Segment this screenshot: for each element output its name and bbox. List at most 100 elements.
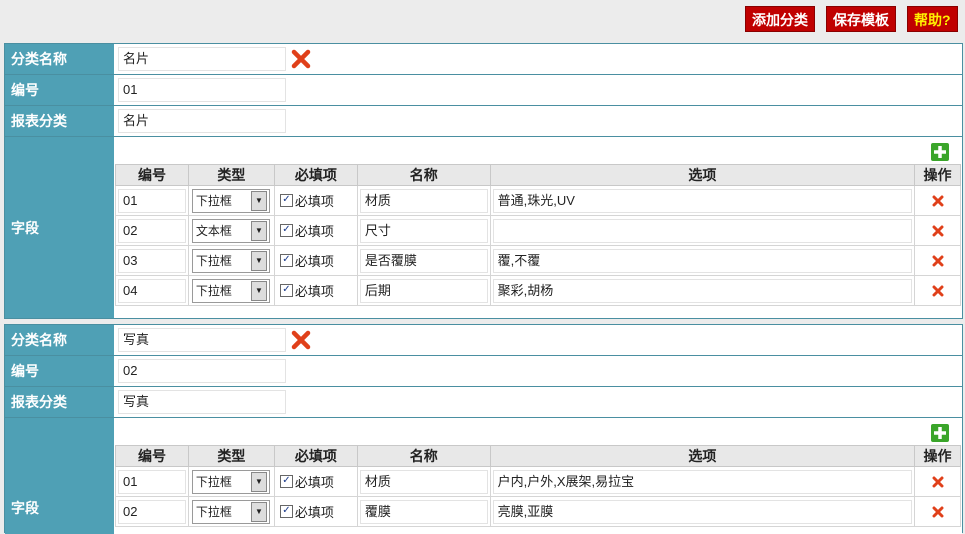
add-field-icon[interactable] [930,142,950,162]
delete-field-button[interactable] [917,285,958,297]
dropdown-arrow-icon: ▼ [250,501,267,522]
category-name-row: 分类名称 名片 [5,44,962,75]
col-header-type: 类型 [187,445,275,467]
table-row: 01 下拉框 ▼ ✓ 必填项 材质 普通,珠光,UV [115,185,961,216]
add-category-button[interactable]: 添加分类 [745,6,815,32]
table-row: 02 文本框 ▼ ✓ 必填项 尺寸 [115,215,961,246]
field-type-select[interactable]: 文本框 ▼ [191,218,270,243]
col-header-required: 必填项 [273,164,358,186]
fields-area: 编号 类型 必填项 名称 选项 操作 01 下拉框 ▼ ✓ 必填项 材质 户内,户外… [114,418,962,534]
col-header-type: 类型 [187,164,275,186]
field-name-input[interactable]: 是否覆膜 [359,248,488,273]
col-header-number: 编号 [115,164,189,186]
report-category-row: 报表分类 写真 [5,387,962,418]
dropdown-arrow-icon: ▼ [250,220,267,241]
field-type-value: 下拉框 [195,254,232,268]
col-header-actions: 操作 [914,445,961,467]
required-checkbox[interactable]: ✓ [279,284,293,297]
required-checkbox[interactable]: ✓ [279,254,293,267]
report-category-row: 报表分类 名片 [5,106,962,137]
delete-icon [932,285,943,296]
col-header-options: 选项 [489,445,916,467]
field-name-input[interactable]: 材质 [359,188,488,213]
field-options-input[interactable]: 覆,不覆 [492,248,913,273]
category-number-row: 编号 01 [5,75,962,106]
delete-field-button[interactable] [917,195,958,207]
field-type-select[interactable]: 下拉框 ▼ [191,188,270,213]
category-number-input[interactable]: 02 [118,359,286,383]
category-number-input[interactable]: 01 [118,78,286,102]
col-header-options: 选项 [489,164,916,186]
fields-row: 字段 编号 类型 必填项 名称 选项 操作 01 下拉框▼ ✓必填项 材质 [5,418,962,534]
category-name-row: 分类名称 写真 [5,325,962,356]
field-type-select[interactable]: 下拉框 ▼ [191,499,270,524]
delete-icon [932,476,943,487]
field-type-select[interactable]: 下拉框 ▼ [191,469,270,494]
delete-field-button[interactable] [917,476,958,488]
category-number-row: 编号 02 [5,356,962,387]
dropdown-arrow-icon: ▼ [250,190,267,211]
field-options-input[interactable] [492,218,913,243]
field-number-input[interactable]: 02 [118,218,186,243]
help-button[interactable]: 帮助? [907,6,958,32]
delete-icon [932,255,943,266]
delete-field-button[interactable] [917,225,958,237]
category-name-input[interactable]: 名片 [118,47,286,71]
field-name-input[interactable]: 尺寸 [359,218,488,243]
field-options-input[interactable]: 聚彩,胡杨 [492,278,913,303]
col-header-name: 名称 [356,445,491,467]
save-template-button[interactable]: 保存模板 [826,6,896,32]
category-name-input[interactable]: 写真 [118,328,286,352]
category-number-label: 编号 [5,75,114,105]
required-checkbox[interactable]: ✓ [279,224,293,237]
dropdown-arrow-icon: ▼ [250,250,267,271]
field-number-input[interactable]: 01 [118,469,186,494]
field-number-input[interactable]: 03 [118,248,186,273]
delete-icon [932,195,943,206]
table-row: 01 下拉框 ▼ ✓ 必填项 材质 户内,户外,X展架,易拉宝 [115,466,961,497]
delete-field-button[interactable] [917,255,958,267]
field-name-input[interactable]: 覆膜 [359,499,488,524]
field-options-input[interactable]: 户内,户外,X展架,易拉宝 [492,469,913,494]
required-label: 必填项 [294,254,334,269]
dropdown-arrow-icon: ▼ [250,471,267,492]
fields-label: 字段 [5,137,114,318]
delete-field-button[interactable] [917,506,958,518]
field-options-input[interactable]: 普通,珠光,UV [492,188,913,213]
table-row: 03 下拉框 ▼ ✓ 必填项 是否覆膜 覆,不覆 [115,245,961,276]
col-header-required: 必填项 [273,445,358,467]
table-header: 编号 类型 必填项 名称 选项 操作 [115,445,961,467]
required-checkbox[interactable]: ✓ [279,194,293,207]
required-label: 必填项 [294,194,334,209]
field-name-input[interactable]: 后期 [359,278,488,303]
delete-category-icon[interactable] [291,330,311,350]
field-number-input[interactable]: 02 [118,499,186,524]
report-category-input[interactable]: 名片 [118,109,286,133]
field-type-select[interactable]: 下拉框 ▼ [191,248,270,273]
fields-area: 编号 类型 必填项 名称 选项 操作 01 下拉框 ▼ ✓ 必填项 材质 普通,珠光… [114,137,962,318]
field-number-input[interactable]: 01 [118,188,186,213]
field-name-input[interactable]: 材质 [359,469,488,494]
delete-category-icon[interactable] [291,49,311,69]
toolbar: 添加分类 保存模板 帮助? [0,0,965,42]
required-checkbox[interactable]: ✓ [279,505,293,518]
table-header: 编号 类型 必填项 名称 选项 操作 [115,164,961,186]
delete-icon [932,225,943,236]
required-label: 必填项 [294,284,334,299]
col-header-actions: 操作 [914,164,961,186]
required-label: 必填项 [294,475,334,490]
field-options-input[interactable]: 亮膜,亚膜 [492,499,913,524]
report-category-label: 报表分类 [5,106,114,136]
field-type-select[interactable]: 下拉框 ▼ [191,278,270,303]
report-category-input[interactable]: 写真 [118,390,286,414]
fields-label: 字段 [5,418,114,534]
required-checkbox[interactable]: ✓ [279,475,293,488]
add-field-icon[interactable] [930,423,950,443]
required-label: 必填项 [294,224,334,239]
col-header-number: 编号 [115,445,189,467]
field-type-value: 下拉框 [195,475,232,489]
required-label: 必填项 [294,505,334,520]
report-category-label: 报表分类 [5,387,114,417]
field-number-input[interactable]: 04 [118,278,186,303]
category-name-label: 分类名称 [5,325,114,355]
